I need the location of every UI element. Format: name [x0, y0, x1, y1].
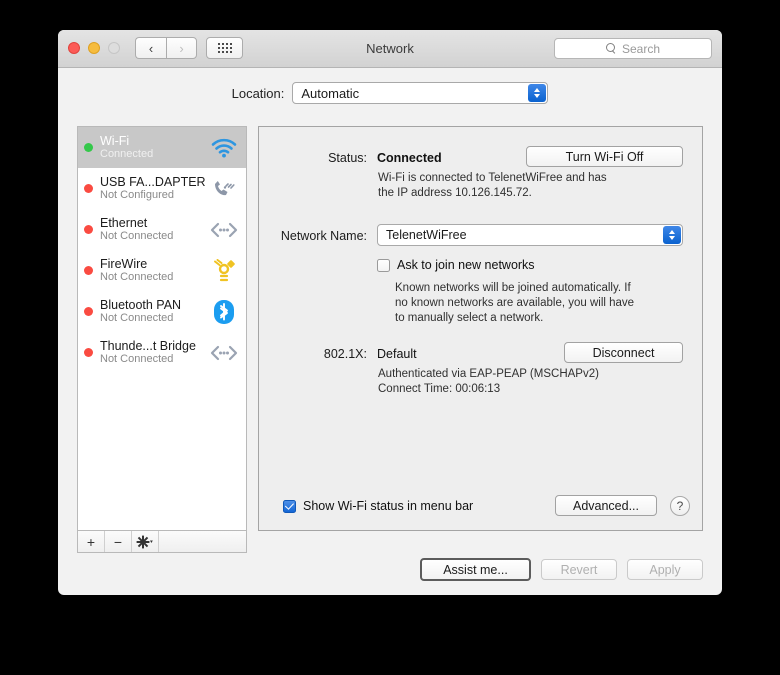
show-wifi-status-checkbox-row[interactable]: Show Wi-Fi status in menu bar [283, 499, 473, 513]
apply-label: Apply [649, 563, 680, 577]
status-description-line1: Wi-Fi is connected to TelenetWiFree and … [378, 171, 678, 186]
interface-status: Not Connected [100, 353, 206, 366]
modem-icon [210, 176, 238, 202]
stepper-icon[interactable] [663, 226, 681, 244]
ask-to-join-label: Ask to join new networks [397, 258, 535, 272]
advanced-label: Advanced... [573, 499, 639, 513]
location-row: Location: Automatic [58, 82, 722, 104]
revert-button[interactable]: Revert [541, 559, 617, 580]
location-value: Automatic [301, 86, 359, 101]
ethernet-icon [210, 340, 238, 366]
network-name-select[interactable]: TelenetWiFree [377, 224, 683, 246]
dot1x-value-group: Default [377, 345, 417, 363]
ask-to-join-description-line2: no known networks are available, you wil… [395, 296, 685, 311]
ask-to-join-description-line3: to manually select a network. [395, 311, 685, 326]
dot1x-value: Default [377, 347, 417, 361]
interface-name: USB FA...DAPTER [100, 175, 206, 189]
search-placeholder: Search [622, 42, 660, 56]
show-wifi-status-label: Show Wi-Fi status in menu bar [303, 499, 473, 513]
list-item-firewire[interactable]: FireWire Not Connected [78, 250, 246, 291]
stepper-icon[interactable] [528, 84, 546, 102]
status-dot [84, 184, 93, 193]
assist-me-label: Assist me... [443, 563, 508, 577]
list-item-thunderbolt-bridge[interactable]: Thunde...t Bridge Not Connected [78, 332, 246, 373]
status-value: Connected [377, 151, 442, 165]
interface-name: Ethernet [100, 216, 206, 230]
turn-wifi-off-label: Turn Wi-Fi Off [566, 150, 644, 164]
list-item-text: USB FA...DAPTER Not Configured [100, 175, 206, 202]
ask-to-join-checkbox[interactable] [377, 259, 390, 272]
remove-interface-button[interactable]: − [105, 531, 132, 552]
disconnect-button[interactable]: Disconnect [564, 342, 683, 363]
search-input[interactable]: Search [554, 38, 712, 59]
disconnect-label: Disconnect [593, 346, 655, 360]
list-item-bluetooth-pan[interactable]: Bluetooth PAN Not Connected [78, 291, 246, 332]
wifi-icon [210, 135, 238, 161]
interface-list-toolbar: + − [77, 530, 247, 553]
interface-name: FireWire [100, 257, 206, 271]
list-item-text: Wi-Fi Connected [100, 134, 206, 161]
window-titlebar: ‹ › Network Search [58, 30, 722, 68]
location-label: Location: [232, 86, 285, 101]
interface-status: Not Connected [100, 271, 206, 284]
list-item-ethernet[interactable]: Ethernet Not Connected [78, 209, 246, 250]
toolbar-spacer [159, 531, 246, 552]
apply-button[interactable]: Apply [627, 559, 703, 580]
dot1x-description-line1: Authenticated via EAP-PEAP (MSCHAPv2) [378, 367, 678, 382]
gear-icon [136, 535, 154, 549]
search-icon [606, 43, 617, 54]
dot1x-label: 802.1X: [259, 345, 367, 361]
list-item-text: FireWire Not Connected [100, 257, 206, 284]
dot1x-description: Authenticated via EAP-PEAP (MSCHAPv2) Co… [378, 367, 678, 397]
show-wifi-status-checkbox[interactable] [283, 500, 296, 513]
help-button[interactable]: ? [670, 496, 690, 516]
window-action-buttons: Assist me... Revert Apply [420, 558, 703, 581]
list-item-wifi[interactable]: Wi-Fi Connected [78, 127, 246, 168]
list-item-text: Ethernet Not Connected [100, 216, 206, 243]
add-interface-button[interactable]: + [78, 531, 105, 552]
status-value-group: Connected [377, 149, 442, 167]
interface-name: Thunde...t Bridge [100, 339, 206, 353]
status-description-line2: the IP address 10.126.145.72. [378, 186, 678, 201]
interface-status: Not Configured [100, 189, 206, 202]
minus-icon: − [114, 534, 122, 550]
revert-label: Revert [561, 563, 598, 577]
status-dot [84, 266, 93, 275]
ask-to-join-description: Known networks will be joined automatica… [395, 281, 685, 326]
network-name-value: TelenetWiFree [386, 228, 467, 242]
status-dot [84, 225, 93, 234]
list-item-text: Thunde...t Bridge Not Connected [100, 339, 206, 366]
interface-name: Wi-Fi [100, 134, 206, 148]
firewire-icon [210, 258, 238, 284]
bluetooth-icon [210, 299, 238, 325]
status-label: Status: [259, 149, 367, 165]
status-dot [84, 143, 93, 152]
wifi-settings-panel: Status: Connected Turn Wi-Fi Off Wi-Fi i… [258, 126, 703, 531]
list-item-usb-adapter[interactable]: USB FA...DAPTER Not Configured [78, 168, 246, 209]
advanced-button[interactable]: Advanced... [555, 495, 657, 516]
dot1x-description-line2: Connect Time: 00:06:13 [378, 382, 678, 397]
list-item-text: Bluetooth PAN Not Connected [100, 298, 206, 325]
plus-icon: + [87, 534, 95, 550]
interface-actions-button[interactable] [132, 531, 159, 552]
ethernet-icon [210, 217, 238, 243]
status-description: Wi-Fi is connected to TelenetWiFree and … [378, 171, 678, 201]
chevron-down-icon [150, 540, 153, 543]
interface-status: Not Connected [100, 312, 206, 325]
ask-to-join-checkbox-row[interactable]: Ask to join new networks [377, 258, 535, 272]
question-mark-icon: ? [677, 499, 684, 513]
network-name-label: Network Name: [259, 227, 367, 243]
network-preferences-window: ‹ › Network Search Location: Automatic [58, 30, 722, 595]
status-dot [84, 307, 93, 316]
interface-name: Bluetooth PAN [100, 298, 206, 312]
assist-me-button[interactable]: Assist me... [420, 558, 531, 581]
status-dot [84, 348, 93, 357]
interface-status: Connected [100, 148, 206, 161]
interface-list[interactable]: Wi-Fi Connected USB FA...DAPTER Not Conf… [77, 126, 247, 530]
interface-status: Not Connected [100, 230, 206, 243]
ask-to-join-description-line1: Known networks will be joined automatica… [395, 281, 685, 296]
turn-wifi-off-button[interactable]: Turn Wi-Fi Off [526, 146, 683, 167]
location-select[interactable]: Automatic [292, 82, 548, 104]
